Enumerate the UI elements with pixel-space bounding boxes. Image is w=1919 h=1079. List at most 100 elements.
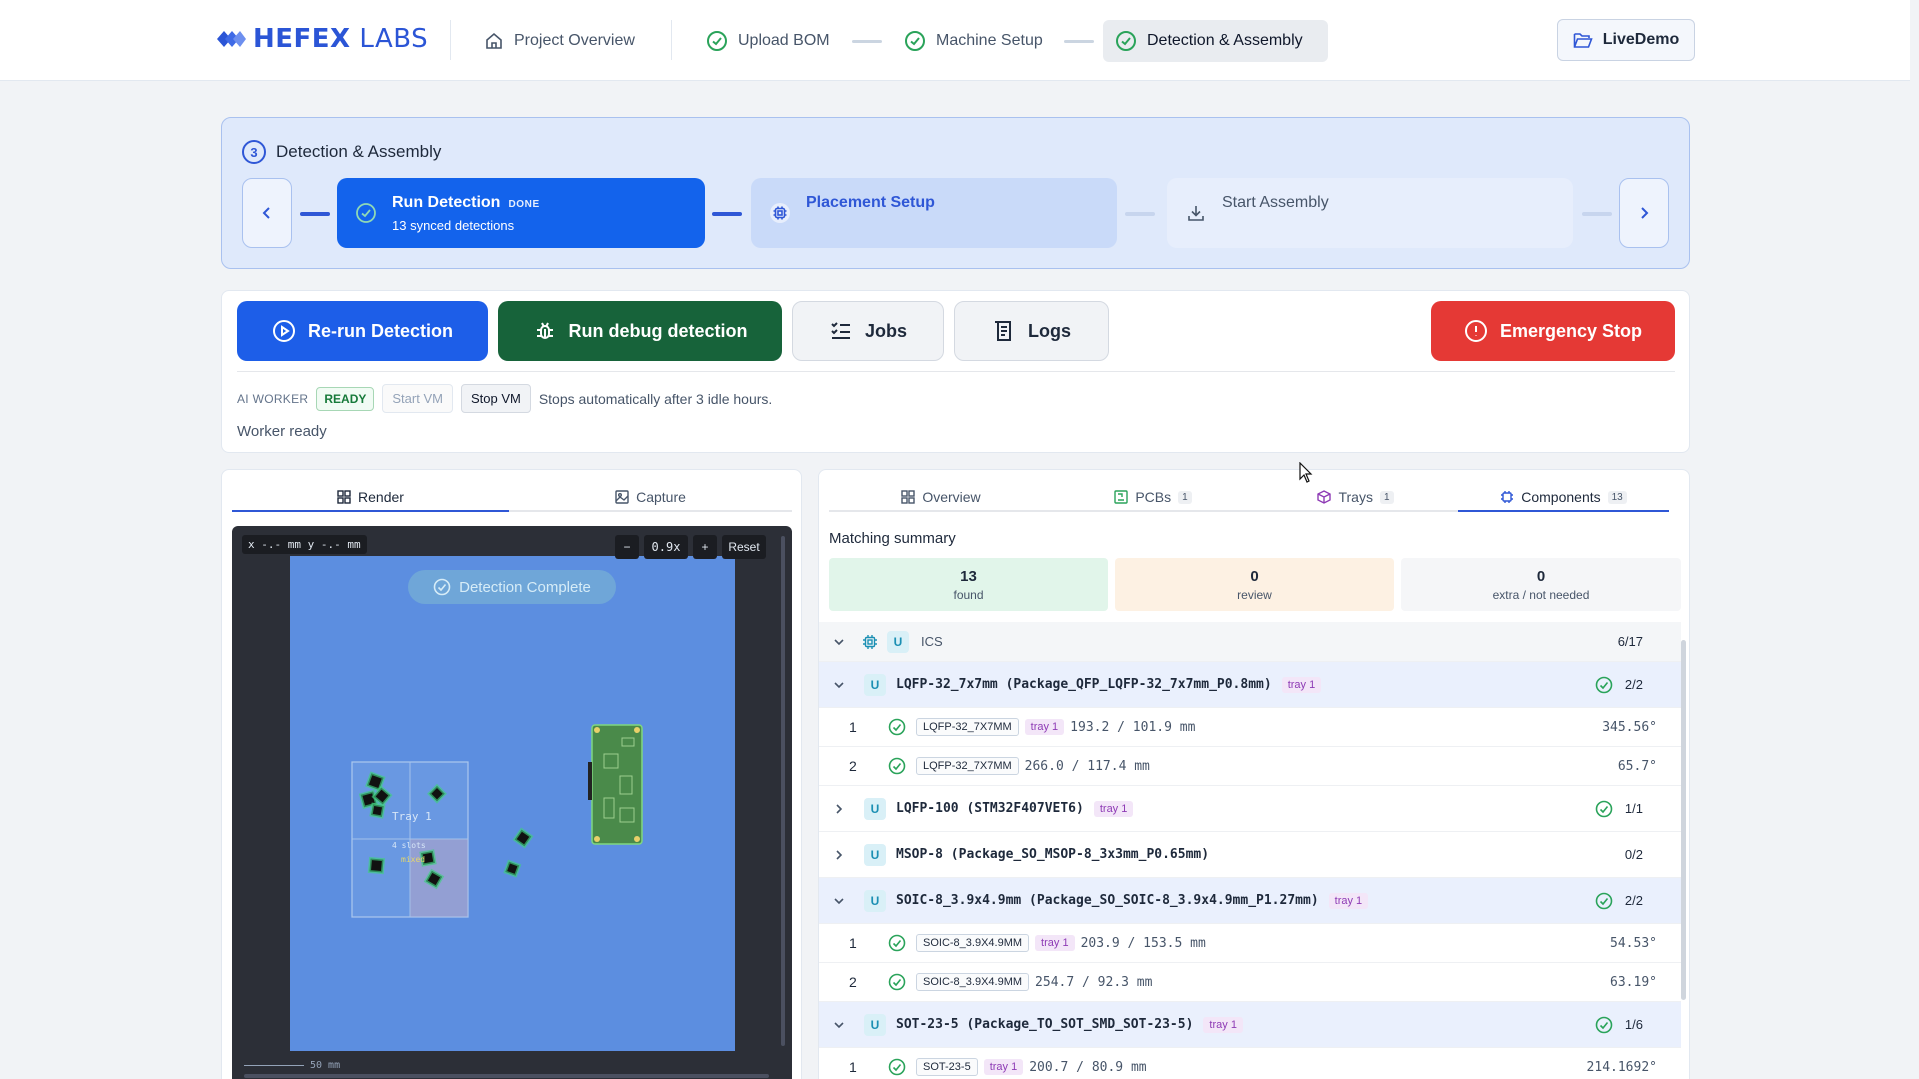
tab-capture[interactable]: Capture: [509, 484, 792, 512]
chevron-down-icon[interactable]: [833, 636, 845, 648]
nav-step-upload-bom[interactable]: Upload BOM: [694, 20, 842, 62]
detection-overlay: Tray 1 4 slots mixed: [351, 724, 643, 918]
package-row[interactable]: U MSOP-8 (Package_SO_MSOP-8_3x3mm_P0.65m…: [819, 832, 1681, 878]
layout-grid-icon: [901, 490, 916, 504]
tray-slots-label: 4 slots: [392, 841, 426, 850]
component-rotation: 54.53°: [1610, 935, 1657, 951]
component-coordinates: 200.7 / 80.9 mm: [1029, 1059, 1147, 1075]
component-row[interactable]: 1 SOIC-8_3.9X4.9MM tray 1 203.9 / 153.5 …: [819, 924, 1681, 963]
circuit-board-icon: [1114, 490, 1129, 504]
start-vm-button[interactable]: Start VM: [382, 384, 453, 413]
tray-tag: tray 1: [1328, 892, 1369, 909]
rerun-detection-button[interactable]: Re-run Detection: [237, 301, 488, 361]
component-rotation: 214.1692°: [1586, 1059, 1657, 1075]
tab-components[interactable]: Components 13: [1458, 484, 1669, 512]
step-done-badge: DONE: [508, 199, 540, 210]
component-index: 1: [849, 935, 857, 951]
pcb-render-canvas[interactable]: Tray 1 4 slots mixed Detection Complete …: [232, 526, 792, 1079]
vertical-scrollbar[interactable]: [781, 536, 785, 1046]
nav-project-overview[interactable]: Project Overview: [472, 20, 647, 62]
reset-view-button[interactable]: Reset: [722, 535, 766, 559]
horizontal-scrollbar[interactable]: [244, 1074, 769, 1078]
next-step-button[interactable]: [1619, 178, 1669, 248]
component-row[interactable]: 1 LQFP-32_7X7MM tray 1 193.2 / 101.9 mm …: [819, 708, 1681, 747]
component-coordinates: 193.2 / 101.9 mm: [1070, 719, 1196, 735]
tab-trays[interactable]: Trays 1: [1253, 484, 1458, 512]
logs-button[interactable]: Logs: [954, 301, 1109, 361]
component-row[interactable]: 2 LQFP-32_7X7MM 266.0 / 117.4 mm 65.7°: [819, 747, 1681, 786]
package-row[interactable]: U LQFP-100 (STM32F407VET6) tray 1 1/1: [819, 786, 1681, 832]
pcb-fiducial: [594, 836, 600, 842]
group-count: 6/17: [1617, 634, 1643, 649]
package-type-badge: U: [864, 797, 886, 820]
check-circle-icon: [888, 1058, 906, 1076]
logs-label: Logs: [1028, 320, 1071, 341]
detection-complete-label: Detection Complete: [459, 578, 591, 596]
tab-render[interactable]: Render: [232, 484, 509, 512]
step-connector: [712, 212, 742, 216]
tab-pcbs[interactable]: PCBs 1: [1053, 484, 1253, 512]
step-connector: [300, 212, 330, 216]
package-count: 0/2: [1624, 847, 1643, 862]
check-circle-icon: [888, 934, 906, 952]
results-scrollbar[interactable]: [1681, 640, 1686, 1000]
chevron-down-icon[interactable]: [833, 895, 845, 907]
component-group-ics[interactable]: U ICS 6/17: [819, 622, 1681, 662]
summary-extra-count: 0: [1536, 567, 1546, 585]
summary-extra-label: extra / not needed: [1492, 587, 1590, 602]
detected-component[interactable]: [503, 859, 522, 878]
live-demo-button[interactable]: LiveDemo: [1557, 19, 1695, 61]
tab-overview[interactable]: Overview: [829, 484, 1053, 512]
chevron-right-icon[interactable]: [833, 803, 845, 815]
check-circle-icon: [888, 718, 906, 736]
brand-logo[interactable]: HEFEX LABS: [215, 24, 428, 54]
scale-bar-label: 50 mm: [310, 1060, 341, 1071]
tray-tag: tray 1: [1024, 719, 1065, 735]
tab-trays-label: Trays: [1338, 489, 1373, 505]
previous-step-button[interactable]: [242, 178, 292, 248]
step-run-detection[interactable]: Run Detection DONE 13 synced detections: [337, 178, 705, 248]
brand-name-bold: HEFEX: [253, 24, 351, 54]
emergency-stop-button[interactable]: Emergency Stop: [1431, 301, 1675, 361]
detection-complete-badge: Detection Complete: [408, 570, 616, 604]
nav-step-machine-setup[interactable]: Machine Setup: [892, 20, 1055, 62]
check-circle-icon: [1595, 800, 1613, 817]
jobs-button[interactable]: Jobs: [792, 301, 944, 361]
step-start-assembly[interactable]: Start Assembly: [1167, 178, 1573, 248]
part-tag: SOT-23-5: [916, 1058, 978, 1076]
chevron-down-icon[interactable]: [833, 679, 845, 691]
zoom-out-button[interactable]: −: [615, 535, 639, 559]
chevron-right-icon[interactable]: [833, 849, 845, 861]
step-placement-setup-title: Placement Setup: [806, 194, 935, 211]
component-rotation: 65.7°: [1617, 758, 1657, 774]
nav-step-label: Machine Setup: [936, 32, 1043, 49]
package-row[interactable]: U SOT-23-5 (Package_TO_SOT_SMD_SOT-23-5)…: [819, 1002, 1681, 1048]
package-row[interactable]: U SOIC-8_3.9x4.9mm (Package_SO_SOIC-8_3.…: [819, 878, 1681, 924]
nav-step-detection-assembly[interactable]: Detection & Assembly: [1103, 20, 1328, 62]
matching-summary-title: Matching summary: [829, 530, 956, 547]
detected-component[interactable]: [512, 827, 534, 849]
check-circle-icon: [1116, 31, 1136, 51]
stop-vm-button[interactable]: Stop VM: [460, 384, 531, 413]
detected-component[interactable]: [367, 856, 386, 875]
chevron-down-icon[interactable]: [833, 1019, 845, 1031]
step-placement-setup[interactable]: Placement Setup: [751, 178, 1117, 248]
pcb-connector: [588, 762, 592, 800]
component-coordinates: 203.9 / 153.5 mm: [1080, 935, 1206, 951]
tray-tag: tray 1: [1035, 935, 1075, 951]
bug-icon: [536, 322, 553, 339]
detected-component[interactable]: [369, 802, 386, 819]
component-index: 1: [849, 719, 857, 735]
component-row[interactable]: 2 SOIC-8_3.9X4.9MM 254.7 / 92.3 mm 63.19…: [819, 963, 1681, 1002]
component-index: 2: [849, 758, 857, 774]
detection-results-panel: Overview PCBs 1 Trays 1 Components 13 Ma…: [818, 469, 1690, 1079]
check-circle-icon: [433, 578, 451, 596]
summary-review-count: 0: [1250, 567, 1259, 585]
run-debug-detection-button[interactable]: Run debug detection: [498, 301, 782, 361]
brand-mark-icon: [217, 31, 246, 47]
package-count: 2/2: [1624, 893, 1643, 908]
zoom-in-button[interactable]: +: [693, 535, 717, 559]
component-row[interactable]: 1 SOT-23-5 tray 1 200.7 / 80.9 mm 214.16…: [819, 1048, 1681, 1079]
part-tag: LQFP-32_7X7MM: [916, 718, 1019, 736]
package-row[interactable]: U LQFP-32_7x7mm (Package_QFP_LQFP-32_7x7…: [819, 662, 1681, 708]
